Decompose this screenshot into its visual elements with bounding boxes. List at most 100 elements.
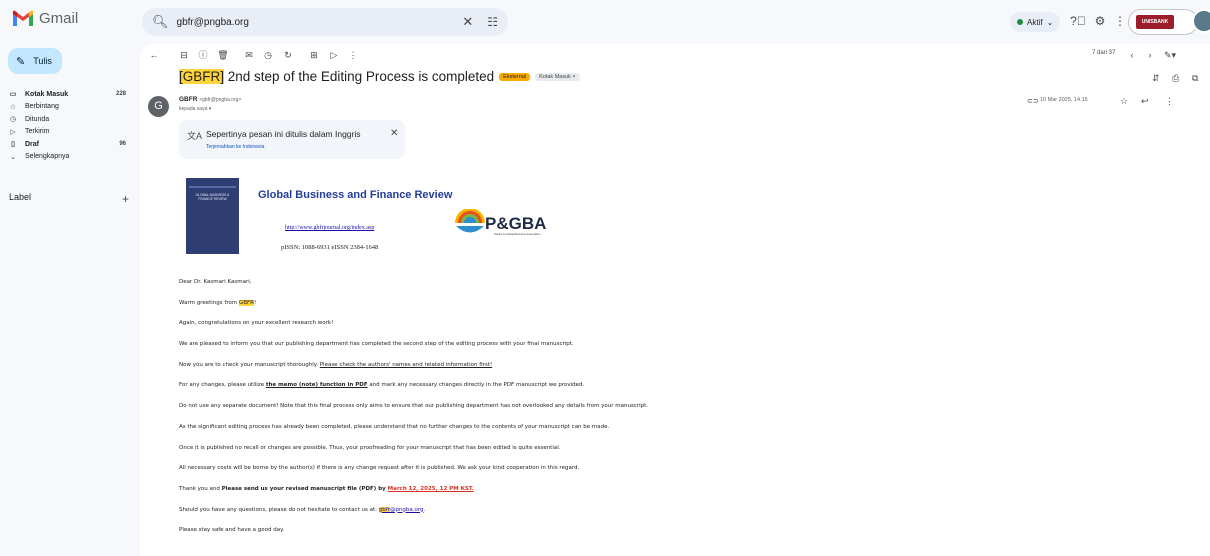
pgba-logo-icon: [455, 209, 485, 233]
search-bar[interactable]: 🔍︎ gbfr@pngba.org ✕ ☷: [142, 8, 508, 36]
pagination-label: 7 dari 37: [1092, 50, 1116, 56]
sidebar-nav: ▭ Kotak Masuk 228 ☆ Berbintang ◷ Ditunda…: [0, 88, 140, 163]
sender-line: GBFR <gbfr@pngba.org>: [179, 96, 241, 103]
labels-title: Label: [9, 192, 32, 202]
highlight: GBFR: [238, 299, 254, 306]
text: @pngba.org: [389, 506, 424, 513]
settings-icon[interactable]: ⚙: [1091, 12, 1109, 30]
labels-header: Label +: [9, 192, 129, 206]
text: !: [253, 299, 257, 306]
text: Should you have any questions, please do…: [179, 506, 379, 513]
draft-count: 96: [119, 141, 126, 148]
app-name: Gmail: [39, 10, 79, 27]
cover-title: GLOBAL BUSINESS & FINANCE REVIEW: [195, 193, 230, 201]
deadline-text: March 12, 2025, 12 PM KST.: [387, 485, 474, 492]
sidebar-item-inbox[interactable]: ▭ Kotak Masuk 228: [0, 88, 140, 101]
top-bar: Gmail 🔍︎ gbfr@pngba.org ✕ ☷ Aktif ⌄ ?⃝ ⚙…: [0, 0, 1210, 44]
pencil-icon: ✎: [16, 55, 26, 68]
contact-email-link[interactable]: gbfr@pngba.org: [378, 506, 424, 513]
add-label-icon[interactable]: +: [122, 192, 129, 206]
email-body: Dear Dr. Kasmari Kasmari, Warm greetings…: [179, 279, 1179, 548]
paragraph: Thank you and Please send us your revise…: [179, 486, 1179, 507]
text: and mark any necessary changes directly …: [367, 382, 585, 389]
sender-name[interactable]: GBFR: [179, 96, 197, 103]
cover-stripe: [189, 186, 236, 188]
draft-icon: ▯: [11, 141, 15, 149]
gmail-window: Gmail 🔍︎ gbfr@pngba.org ✕ ☷ Aktif ⌄ ?⃝ ⚙…: [0, 0, 1210, 556]
paragraph: Again, congratulations on your excellent…: [179, 320, 334, 327]
translate-icon: 文A: [187, 131, 203, 141]
message-toolbar: ← ⊟ ⓘ 🗑︎ ✉ ◷ ↻ ⊞ ▷ ⋮ 7 dari 37 ‹ › ✎▾: [140, 44, 1210, 68]
journal-issn: pISSN: 1088-6931 eISSN 2384-1648: [281, 244, 379, 251]
paragraph: Once it is published no recall or change…: [179, 444, 561, 451]
print-icon[interactable]: ⎙: [1172, 73, 1179, 84]
sidebar-item-label: Selengkapnya: [25, 153, 70, 161]
clear-search-icon[interactable]: ✕: [462, 14, 473, 30]
report-spam-icon[interactable]: ⓘ: [197, 49, 209, 61]
add-task-icon[interactable]: ↻: [282, 49, 294, 61]
compose-button[interactable]: ✎ Tulis: [8, 48, 62, 74]
label-icon[interactable]: ▷: [328, 49, 340, 61]
account-switcher[interactable]: UNISBANK: [1128, 9, 1198, 35]
paragraph: We are pleased to inform you that our pu…: [179, 341, 574, 348]
sidebar-item-label: Kotak Masuk: [25, 90, 69, 98]
paragraph: All necessary costs will be borne by the…: [179, 465, 580, 472]
collapse-all-icon[interactable]: ⇵: [1152, 73, 1160, 84]
prev-icon[interactable]: ‹: [1126, 49, 1138, 61]
star-icon: ☆: [9, 103, 17, 111]
chevron-down-icon: ⌄: [10, 153, 16, 161]
search-icon[interactable]: 🔍︎: [152, 14, 169, 30]
reply-icon[interactable]: ↩: [1141, 96, 1149, 107]
translate-link[interactable]: Terjemahkan ke Indonesia: [206, 144, 264, 150]
subject-prefix: [GBFR]: [179, 69, 225, 84]
paragraph: Do not use any separate document! Note t…: [179, 403, 649, 410]
sidebar-item-starred[interactable]: ☆ Berbintang: [0, 101, 140, 114]
email-date: 10 Mar 2025, 14.15: [1040, 97, 1088, 103]
mark-unread-icon[interactable]: ✉: [243, 49, 255, 61]
open-new-window-icon[interactable]: ⧉: [1192, 73, 1198, 84]
more-options-icon[interactable]: ⋮: [1165, 96, 1174, 107]
inbox-label-chip[interactable]: Kotak Masuk ×: [535, 72, 580, 81]
compose-label: Tulis: [33, 56, 52, 66]
pgba-logo-text: P&GBA: [485, 214, 547, 233]
star-icon[interactable]: ☆: [1120, 96, 1128, 107]
external-tag: Eksternal: [499, 72, 531, 81]
paragraph: As the significant editing process has a…: [179, 423, 610, 430]
attachment-icon: ⊂⊃: [1027, 98, 1039, 105]
sender-avatar[interactable]: G: [148, 96, 169, 117]
inbox-icon: ▭: [9, 91, 17, 99]
snooze-icon[interactable]: ◷: [262, 49, 274, 61]
sidebar-item-label: Terkirim: [25, 128, 50, 136]
paragraph: For any changes, please utilize the memo…: [179, 382, 1179, 403]
recipient-details[interactable]: kepada saya ▾: [179, 106, 211, 112]
search-input[interactable]: gbfr@pngba.org: [177, 17, 463, 28]
next-icon[interactable]: ›: [1144, 49, 1156, 61]
more-options-icon[interactable]: ⋮: [347, 49, 359, 61]
unread-count: 228: [115, 91, 126, 98]
text: Warm greetings from: [179, 299, 239, 306]
sidebar-item-sent[interactable]: ▷ Terkirim: [0, 126, 140, 139]
close-icon[interactable]: ✕: [390, 128, 398, 139]
translate-message: Sepertinya pesan ini ditulis dalam Inggr…: [206, 129, 361, 139]
move-to-icon[interactable]: ⊞: [308, 49, 320, 61]
search-options-icon[interactable]: ☷: [487, 15, 498, 29]
paragraph: Warm greetings from GBFR!: [179, 299, 1179, 321]
translate-banner: 文A Sepertinya pesan ini ditulis dalam In…: [179, 120, 405, 159]
back-arrow-icon[interactable]: ←: [148, 49, 160, 61]
bold-underlined-text: the memo (note) function in PDF: [265, 382, 368, 389]
sidebar-item-drafts[interactable]: ▯ Draf 96: [0, 138, 140, 151]
send-icon: ▷: [10, 128, 16, 136]
input-tools-icon[interactable]: ✎▾: [1164, 49, 1176, 61]
pgba-logo-subtitle: Pacific & Global Business Association: [494, 232, 541, 236]
help-icon[interactable]: ?⃝: [1069, 12, 1087, 30]
bold-text: Please send us your revised manuscript f…: [221, 485, 388, 492]
journal-link[interactable]: http://www.gbfrjournal.org/index.asp: [285, 225, 374, 231]
sidebar-item-more[interactable]: ⌄ Selengkapnya: [0, 151, 140, 164]
status-selector[interactable]: Aktif ⌄: [1010, 12, 1061, 32]
sidebar-item-snoozed[interactable]: ◷ Ditunda: [0, 113, 140, 126]
delete-icon[interactable]: 🗑︎: [217, 49, 229, 61]
archive-icon[interactable]: ⊟: [178, 49, 190, 61]
avatar[interactable]: [1192, 9, 1210, 33]
gmail-logo[interactable]: Gmail: [12, 10, 78, 27]
paragraph: Now you are to check your manuscript tho…: [179, 362, 1179, 383]
